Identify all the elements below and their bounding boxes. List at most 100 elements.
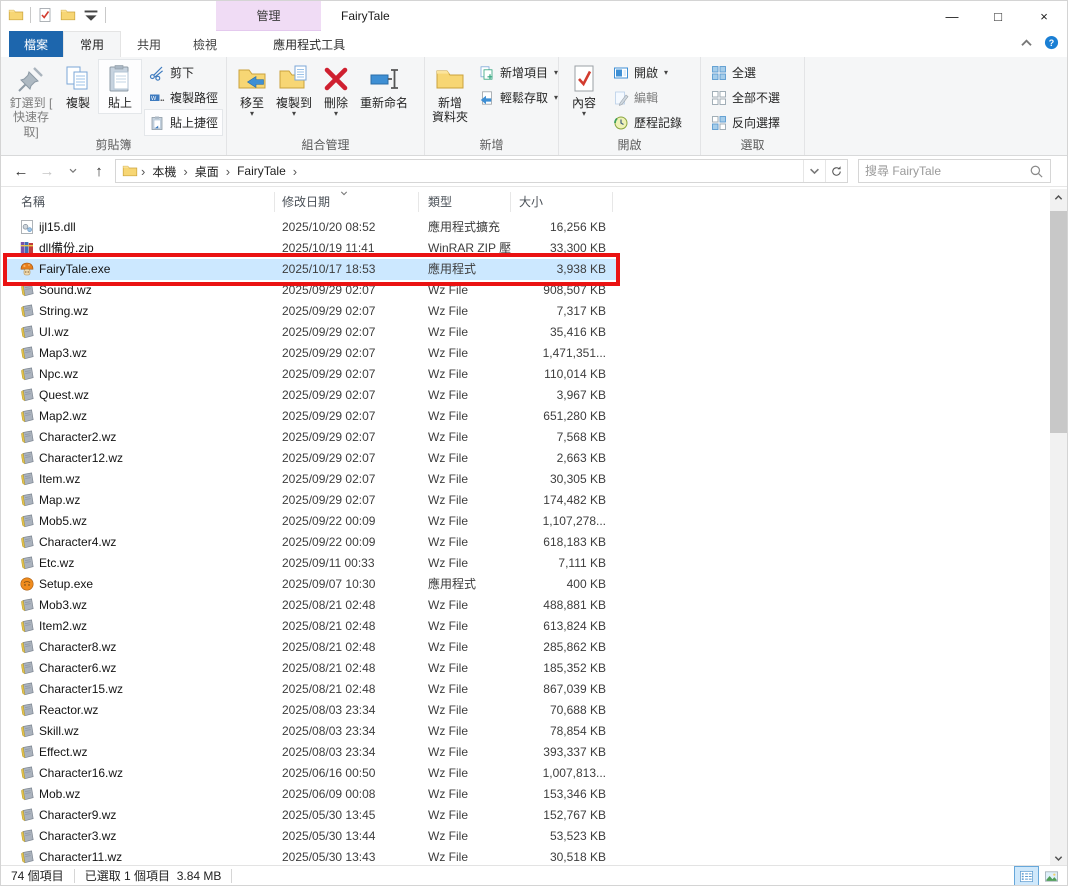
column-header-name[interactable]: 名稱 bbox=[1, 192, 275, 212]
folder-icon[interactable] bbox=[7, 6, 25, 24]
table-row[interactable]: Quest.wz 2025/09/29 02:07 Wz File 3,967 … bbox=[4, 385, 618, 406]
table-row[interactable]: ijl15.dll 2025/10/20 08:52 應用程式擴充 16,256… bbox=[4, 217, 618, 238]
table-row[interactable]: Setup.exe 2025/09/07 10:30 應用程式 400 KB bbox=[4, 574, 618, 595]
invert-selection-button[interactable]: 反向選擇 bbox=[707, 110, 784, 135]
table-row[interactable]: Character8.wz 2025/08/21 02:48 Wz File 2… bbox=[4, 637, 618, 658]
select-all-button[interactable]: 全選 bbox=[707, 60, 784, 85]
tab-view[interactable]: 檢視 bbox=[177, 31, 233, 57]
tab-home[interactable]: 常用 bbox=[63, 31, 121, 57]
edit-button[interactable]: 編輯 bbox=[609, 85, 686, 110]
table-row[interactable]: Character9.wz 2025/05/30 13:45 Wz File 1… bbox=[4, 805, 618, 826]
breadcrumb-chevron: › bbox=[180, 164, 190, 179]
open-button[interactable]: 開啟▾ bbox=[609, 60, 686, 85]
minimize-button[interactable]: — bbox=[929, 1, 975, 31]
thumbnails-view-button[interactable] bbox=[1040, 867, 1063, 885]
breadcrumb-desktop[interactable]: 桌面 bbox=[191, 163, 223, 180]
setup-exe-icon bbox=[19, 576, 35, 592]
new-item-button[interactable]: 新增項目▾ bbox=[475, 60, 562, 85]
collapse-ribbon-icon[interactable] bbox=[1019, 35, 1034, 53]
paste-button[interactable]: 貼上 bbox=[99, 60, 141, 113]
select-none-button[interactable]: 全部不選 bbox=[707, 85, 784, 110]
rename-icon bbox=[368, 63, 400, 95]
move-to-button[interactable]: 移至▾ bbox=[231, 60, 273, 120]
table-row[interactable]: Mob5.wz 2025/09/22 00:09 Wz File 1,107,2… bbox=[4, 511, 618, 532]
file-date: 2025/09/29 02:07 bbox=[282, 385, 428, 406]
help-icon[interactable]: ? bbox=[1044, 35, 1059, 53]
file-size: 400 KB bbox=[511, 574, 606, 595]
refresh-icon[interactable] bbox=[825, 160, 847, 182]
table-row[interactable]: Character15.wz 2025/08/21 02:48 Wz File … bbox=[4, 679, 618, 700]
scroll-up-icon[interactable] bbox=[1050, 189, 1067, 206]
table-row[interactable]: String.wz 2025/09/29 02:07 Wz File 7,317… bbox=[4, 301, 618, 322]
maximize-button[interactable]: □ bbox=[975, 1, 1021, 31]
table-row[interactable]: Character12.wz 2025/09/29 02:07 Wz File … bbox=[4, 448, 618, 469]
table-row[interactable]: Effect.wz 2025/08/03 23:34 Wz File 393,3… bbox=[4, 742, 618, 763]
delete-button[interactable]: 刪除▾ bbox=[315, 60, 357, 120]
table-row[interactable]: Mob.wz 2025/06/09 00:08 Wz File 153,346 … bbox=[4, 784, 618, 805]
file-date: 2025/08/21 02:48 bbox=[282, 595, 428, 616]
properties-button[interactable]: 內容▾ bbox=[563, 60, 605, 120]
file-date: 2025/09/29 02:07 bbox=[282, 301, 428, 322]
breadcrumb-this-pc[interactable]: 本機 bbox=[148, 163, 180, 180]
address-dropdown-icon[interactable] bbox=[803, 160, 825, 182]
file-size: 3,938 KB bbox=[511, 259, 606, 280]
table-row[interactable]: Map2.wz 2025/09/29 02:07 Wz File 651,280… bbox=[4, 406, 618, 427]
file-date: 2025/09/22 00:09 bbox=[282, 511, 428, 532]
table-row[interactable]: Reactor.wz 2025/08/03 23:34 Wz File 70,6… bbox=[4, 700, 618, 721]
vertical-scrollbar[interactable] bbox=[1050, 189, 1067, 867]
table-row[interactable]: Npc.wz 2025/09/29 02:07 Wz File 110,014 … bbox=[4, 364, 618, 385]
tab-app-tools[interactable]: 應用程式工具 bbox=[257, 31, 361, 57]
file-size: 488,881 KB bbox=[511, 595, 606, 616]
properties-check-icon[interactable] bbox=[36, 6, 54, 24]
mushroom-exe-icon bbox=[19, 261, 35, 277]
rename-button[interactable]: 重新命名 bbox=[357, 60, 411, 113]
table-row[interactable]: Mob3.wz 2025/08/21 02:48 Wz File 488,881… bbox=[4, 595, 618, 616]
column-header-size[interactable]: 大小 bbox=[511, 192, 613, 212]
copy-button[interactable]: 複製 bbox=[57, 60, 99, 113]
new-folder-button[interactable]: 新增資料夾 bbox=[429, 60, 471, 128]
wz-file-icon bbox=[19, 660, 35, 676]
cut-button[interactable]: 剪下 bbox=[145, 60, 222, 85]
details-view-button[interactable] bbox=[1015, 867, 1038, 885]
search-icon[interactable] bbox=[1029, 164, 1044, 182]
table-row[interactable]: Map.wz 2025/09/29 02:07 Wz File 174,482 … bbox=[4, 490, 618, 511]
table-row[interactable]: Skill.wz 2025/08/03 23:34 Wz File 78,854… bbox=[4, 721, 618, 742]
copy-path-button[interactable]: W 複製路徑 bbox=[145, 85, 222, 110]
table-row[interactable]: FairyTale.exe 2025/10/17 18:53 應用程式 3,93… bbox=[4, 259, 618, 280]
column-header-type[interactable]: 類型 bbox=[419, 192, 511, 212]
table-row[interactable]: Character4.wz 2025/09/22 00:09 Wz File 6… bbox=[4, 532, 618, 553]
search-input[interactable] bbox=[859, 164, 1019, 178]
table-row[interactable]: Character16.wz 2025/06/16 00:50 Wz File … bbox=[4, 763, 618, 784]
copy-to-button[interactable]: 複製到▾ bbox=[273, 60, 315, 120]
table-row[interactable]: Character2.wz 2025/09/29 02:07 Wz File 7… bbox=[4, 427, 618, 448]
scrollbar-thumb[interactable] bbox=[1050, 211, 1067, 433]
paste-shortcut-button[interactable]: 貼上捷徑 bbox=[145, 110, 222, 135]
back-icon[interactable]: ← bbox=[9, 163, 33, 180]
table-row[interactable]: Item.wz 2025/09/29 02:07 Wz File 30,305 … bbox=[4, 469, 618, 490]
address-bar[interactable]: › 本機 › 桌面 › FairyTale › bbox=[115, 159, 848, 183]
table-row[interactable]: Etc.wz 2025/09/11 00:33 Wz File 7,111 KB bbox=[4, 553, 618, 574]
pin-to-quick-access-button[interactable]: 釘選到 [快速存取] bbox=[5, 60, 57, 142]
customize-qat-icon[interactable] bbox=[82, 6, 100, 24]
table-row[interactable]: dll備份.zip 2025/10/19 11:41 WinRAR ZIP 壓縮… bbox=[4, 238, 618, 259]
file-type: Wz File bbox=[428, 427, 511, 448]
easy-access-button[interactable]: 輕鬆存取▾ bbox=[475, 85, 562, 110]
table-row[interactable]: Character3.wz 2025/05/30 13:44 Wz File 5… bbox=[4, 826, 618, 847]
tab-file[interactable]: 檔案 bbox=[9, 31, 63, 57]
table-row[interactable]: Item2.wz 2025/08/21 02:48 Wz File 613,82… bbox=[4, 616, 618, 637]
new-folder-qat-icon[interactable] bbox=[59, 6, 77, 24]
table-row[interactable]: Character11.wz 2025/05/30 13:43 Wz File … bbox=[4, 847, 618, 867]
table-row[interactable]: Character6.wz 2025/08/21 02:48 Wz File 1… bbox=[4, 658, 618, 679]
close-button[interactable]: × bbox=[1021, 1, 1067, 31]
tab-share[interactable]: 共用 bbox=[121, 31, 177, 57]
forward-icon[interactable]: → bbox=[35, 163, 59, 180]
table-row[interactable]: UI.wz 2025/09/29 02:07 Wz File 35,416 KB bbox=[4, 322, 618, 343]
table-row[interactable]: Sound.wz 2025/09/29 02:07 Wz File 908,50… bbox=[4, 280, 618, 301]
file-size: 110,014 KB bbox=[511, 364, 606, 385]
table-row[interactable]: Map3.wz 2025/09/29 02:07 Wz File 1,471,3… bbox=[4, 343, 618, 364]
up-icon[interactable]: ↑ bbox=[87, 163, 111, 180]
wz-file-icon bbox=[19, 702, 35, 718]
breadcrumb-current-folder[interactable]: FairyTale bbox=[233, 164, 290, 178]
history-button[interactable]: 歷程記錄 bbox=[609, 110, 686, 135]
history-dropdown-icon[interactable] bbox=[61, 163, 85, 180]
